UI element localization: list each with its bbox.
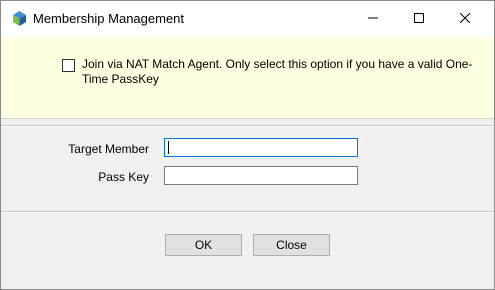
separator-top bbox=[1, 125, 494, 127]
pass-key-label: Pass Key bbox=[98, 170, 149, 184]
close-window-button[interactable] bbox=[442, 1, 488, 37]
nat-match-agent-checkbox[interactable] bbox=[62, 59, 75, 72]
close-icon bbox=[459, 12, 471, 26]
maximize-icon bbox=[414, 12, 424, 26]
nat-match-agent-label[interactable]: Join via NAT Match Agent. Only select th… bbox=[82, 57, 482, 87]
window-title: Membership Management bbox=[33, 11, 185, 26]
target-member-label: Target Member bbox=[68, 142, 149, 156]
app-logo-icon bbox=[11, 10, 28, 27]
target-member-input[interactable] bbox=[164, 138, 358, 157]
nat-option-banner: Join via NAT Match Agent. Only select th… bbox=[1, 37, 494, 119]
membership-management-window: Membership Management Join via NAT Match… bbox=[0, 0, 495, 290]
pass-key-input[interactable] bbox=[164, 166, 358, 185]
minimize-button[interactable] bbox=[350, 1, 396, 37]
maximize-button[interactable] bbox=[396, 1, 442, 37]
separator-bottom bbox=[1, 211, 494, 213]
close-button[interactable]: Close bbox=[253, 234, 330, 256]
text-caret bbox=[168, 141, 169, 154]
minimize-icon bbox=[368, 12, 378, 26]
ok-button[interactable]: OK bbox=[165, 234, 242, 256]
title-bar[interactable]: Membership Management bbox=[1, 1, 494, 37]
